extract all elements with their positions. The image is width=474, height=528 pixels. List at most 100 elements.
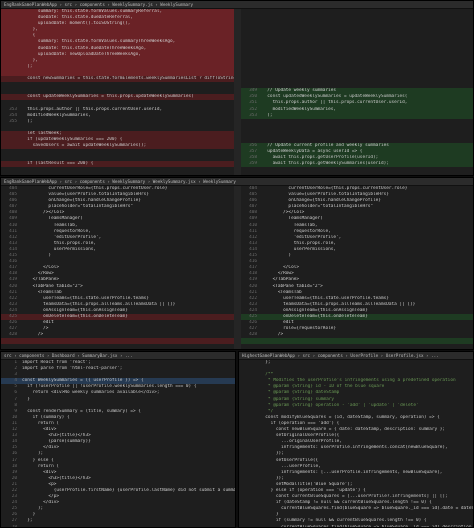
code-line[interactable]: 359 await this.props.getWeeklySummaries(… [241, 161, 473, 168]
code-text: const newBlueSquare = { date: dateStamp,… [260, 427, 446, 433]
line-number: 28 [11, 524, 17, 528]
code-text: /> [22, 332, 44, 338]
code-text: import parse from 'html-react-parser'; [22, 366, 123, 372]
code-text: }, [22, 57, 38, 63]
code-text: return ( [22, 420, 60, 426]
code-line[interactable]: 28 [1, 524, 235, 528]
code-text: }; [22, 518, 33, 524]
code-text: value={userProfile.totalIntangibleHrs} [262, 192, 389, 198]
bottom-right-code[interactable]: }; /** * Modifies the userProfile's infr… [239, 360, 473, 527]
bottom-left-breadcrumb[interactable]: src › components › Dashboard › SummaryBa… [1, 352, 235, 360]
code-text: 'editUserProfile', [262, 234, 342, 240]
code-text: ); [22, 506, 44, 512]
middle-breadcrumb[interactable]: EngRankGamePlanWebApp › src › components… [1, 178, 473, 186]
code-text: </TabPane> [262, 277, 300, 283]
code-text: userTeams={this.state.userProfile.teams} [262, 295, 389, 301]
code-text: {parse(summary)} [22, 439, 91, 445]
code-text: uploadDate: moment().toISOString(), [22, 21, 131, 27]
code-text: edit [262, 320, 294, 326]
code-text: let lastWeek; [22, 130, 62, 136]
code-text: const updatedWeeklySummaries = updateWee… [262, 94, 408, 100]
code-text: currentBlueSquares.find(blueSquare => bl… [260, 506, 473, 512]
code-text: const renderSummary = (title, summary) =… [22, 408, 141, 414]
code-text: await this.props.getUserProfile(userId); [262, 155, 379, 161]
code-text: import React from 'react'; [22, 360, 91, 365]
code-text: currentUserRole={this.props.currentUser.… [22, 186, 168, 191]
code-text: } [260, 512, 279, 518]
code-text: dueDate: this.state.dueDateReferral, [22, 15, 134, 21]
code-text: ]; [22, 63, 33, 69]
code-text: ...userProfile, [260, 463, 321, 469]
code-text: /> [262, 332, 284, 338]
code-text: userPermissions, [22, 246, 97, 252]
code-text: if (operation === 'add') { [260, 420, 340, 426]
code-text: 'editUserProfile', [22, 234, 102, 240]
top-diff-left[interactable]: summary: this.state.formValues.summaryRe… [1, 9, 235, 175]
bottom-left-code[interactable]: 1 import React from 'react'; 2 import parse… [1, 360, 235, 527]
code-text: */ [260, 408, 274, 414]
code-text: setOriginalUserProfile({ [260, 433, 340, 439]
code-text: currentBlueSquares.find(blueSquare => bl… [281, 524, 472, 528]
code-text: }); [260, 475, 284, 481]
bottom-right-editor[interactable]: HighestGamePlanWebApp › src › components… [238, 351, 474, 528]
code-text: <div> [22, 469, 57, 475]
code-text: userPermissions, [262, 246, 337, 252]
code-text: </TabPane> [22, 277, 60, 283]
code-text: this.props.author || this.props.currentU… [22, 106, 163, 112]
code-text: /></Col> [22, 210, 65, 216]
code-text: * Modifies the userProfile's infringemen… [260, 378, 456, 384]
code-text: summary: this.state.formValues.summaryTh… [22, 39, 176, 45]
code-text: /> [22, 326, 49, 332]
code-text: <TabPane tabId="2"> [262, 283, 323, 289]
code-text: TeamsManager( [262, 216, 323, 222]
code-text: </Row> [262, 271, 294, 277]
bottom-left-editor[interactable]: src › components › Dashboard › SummaryBa… [0, 351, 236, 528]
code-text: </Col> [262, 265, 300, 271]
code-text: setModalTitle('Blue Square'); [260, 481, 353, 487]
code-line[interactable]: currentBlueSquares.find(blueSquare => bl… [239, 524, 473, 528]
code-text: dueDate: this.state.dueDateThreeWeeksAgo… [22, 45, 147, 51]
code-text: </Row> [22, 271, 54, 277]
code-text: onChange={this.handleChangeProfile} [22, 198, 141, 204]
code-text: /></Col> [262, 210, 305, 216]
code-text: } [22, 396, 30, 402]
middle-diff-left[interactable]: 404 currentUserRole={this.props.currentU… [1, 186, 235, 349]
code-text: ); [22, 451, 44, 457]
top-diff-right[interactable]: 349 // Update weekly summaries 350 const … [241, 9, 473, 175]
code-text: if (updateWeeklySummaries === 200) { [22, 136, 123, 142]
top-diff-editor[interactable]: EngRankGamePlanWebApp › src › components… [0, 0, 474, 176]
code-line[interactable] [1, 344, 235, 349]
code-text: } else if (operation === 'update') { [260, 487, 366, 493]
code-text: ); [262, 112, 273, 118]
code-line[interactable] [241, 344, 473, 349]
middle-diff-right[interactable]: 404 currentUserRole={this.props.currentU… [241, 186, 473, 349]
code-text: this.props.author || this.props.currentU… [262, 100, 408, 106]
code-text: return ( [22, 463, 60, 469]
code-text: modifiedWeeklySummaries, [22, 112, 91, 118]
code-text: onAssignTeam={this.onAssignTeam} [22, 307, 128, 313]
code-text: const WeeklySummaries = ({ userProfile }… [22, 378, 144, 384]
diff-gutter [234, 186, 241, 349]
code-text: requestorRole, [22, 228, 91, 234]
code-text: const updateWeeklySummaries = this.props… [22, 94, 194, 100]
code-text: if (lastResult === 200) { [22, 161, 94, 167]
code-text: TeamsManager( [22, 216, 83, 222]
top-breadcrumb[interactable]: EngRankGamePlanWebApp › src › components… [1, 1, 473, 9]
code-line[interactable]: if (lastResult === 200) { [1, 161, 235, 168]
middle-diff-editor[interactable]: EngRankGamePlanWebApp › src › components… [0, 177, 474, 350]
code-text: TeamsTab, [22, 222, 78, 228]
code-text: <TeamsTab [262, 289, 302, 295]
code-text: onDeleteTeam={this.onDeleteTeam} [262, 313, 368, 319]
code-text: // Update weekly summaries [262, 88, 337, 94]
code-text: </Col> [22, 265, 60, 271]
code-text: {userProfile.firstName} {userProfile.las… [22, 487, 235, 493]
code-text: TeamsTab, [262, 222, 318, 228]
code-text: currentUserRole={this.props.currentUser.… [262, 186, 408, 191]
bottom-right-breadcrumb[interactable]: HighestGamePlanWebApp › src › components… [239, 352, 473, 360]
code-text: <div> [22, 427, 57, 433]
code-text: // Update current profile and weekly sum… [262, 143, 389, 149]
code-text: onChange={this.handleChangeProfile} [262, 198, 381, 204]
code-text: <TabPane tabId="2"> [22, 283, 83, 289]
code-text: if (summary != null && currentBlueSquare… [260, 518, 427, 524]
code-text: const modifyBlueSquares = (id, dateStamp… [260, 414, 440, 420]
